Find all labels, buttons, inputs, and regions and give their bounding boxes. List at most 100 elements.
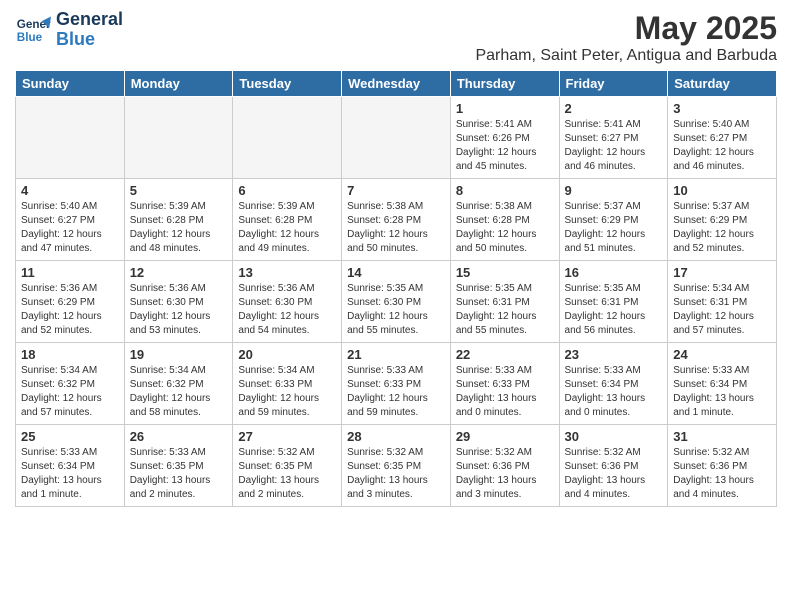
day-number: 28 [347,429,445,444]
day-number: 2 [565,101,663,116]
day-info: Sunrise: 5:32 AMSunset: 6:35 PMDaylight:… [238,446,336,502]
calendar-cell [16,97,125,179]
col-thursday: Thursday [450,71,559,97]
day-number: 17 [673,265,771,280]
calendar-cell: 13 Sunrise: 5:36 AMSunset: 6:30 PMDayligh… [233,261,342,343]
calendar-cell: 2 Sunrise: 5:41 AMSunset: 6:27 PMDaylight… [559,97,668,179]
day-number: 23 [565,347,663,362]
calendar-cell: 4Sunrise: 5:40 AMSunset: 6:27 PMDaylight… [16,179,125,261]
col-tuesday: Tuesday [233,71,342,97]
calendar-cell: 1 Sunrise: 5:41 AMSunset: 6:26 PMDaylight… [450,97,559,179]
day-info: Sunrise: 5:36 AMSunset: 6:30 PMDaylight:… [238,282,336,338]
day-number: 31 [673,429,771,444]
day-info: Sunrise: 5:35 AMSunset: 6:31 PMDaylight:… [565,282,663,338]
col-friday: Friday [559,71,668,97]
day-info: Sunrise: 5:40 AMSunset: 6:27 PMDaylight:… [673,118,771,174]
logo-line1: General [56,10,123,30]
calendar-cell [342,97,451,179]
day-number: 1 [456,101,554,116]
calendar-cell: 10 Sunrise: 5:37 AMSunset: 6:29 PMDayligh… [668,179,777,261]
day-number: 20 [238,347,336,362]
day-info: Sunrise: 5:37 AMSunset: 6:29 PMDaylight:… [673,200,771,256]
day-info: Sunrise: 5:39 AMSunset: 6:28 PMDaylight:… [238,200,336,256]
day-number: 16 [565,265,663,280]
day-info: Sunrise: 5:40 AMSunset: 6:27 PMDaylight:… [21,200,119,256]
calendar-cell: 6 Sunrise: 5:39 AMSunset: 6:28 PMDaylight… [233,179,342,261]
day-number: 22 [456,347,554,362]
day-number: 6 [238,183,336,198]
day-info: Sunrise: 5:35 AMSunset: 6:31 PMDaylight:… [456,282,554,338]
calendar-cell: 17 Sunrise: 5:34 AMSunset: 6:31 PMDayligh… [668,261,777,343]
calendar-cell: 5 Sunrise: 5:39 AMSunset: 6:28 PMDaylight… [124,179,233,261]
day-info: Sunrise: 5:39 AMSunset: 6:28 PMDaylight:… [130,200,228,256]
col-wednesday: Wednesday [342,71,451,97]
calendar-cell: 22 Sunrise: 5:33 AMSunset: 6:33 PMDayligh… [450,343,559,425]
day-number: 10 [673,183,771,198]
month-title: May 2025 [475,10,777,47]
col-monday: Monday [124,71,233,97]
day-info: Sunrise: 5:32 AMSunset: 6:36 PMDaylight:… [456,446,554,502]
day-info: Sunrise: 5:41 AMSunset: 6:26 PMDaylight:… [456,118,554,174]
col-saturday: Saturday [668,71,777,97]
day-number: 21 [347,347,445,362]
day-number: 30 [565,429,663,444]
week-row-4: 18Sunrise: 5:34 AMSunset: 6:32 PMDayligh… [16,343,777,425]
day-number: 7 [347,183,445,198]
day-number: 8 [456,183,554,198]
calendar-cell: 8Sunrise: 5:38 AMSunset: 6:28 PMDaylight… [450,179,559,261]
day-number: 24 [673,347,771,362]
day-number: 29 [456,429,554,444]
calendar-cell: 25Sunrise: 5:33 AMSunset: 6:34 PMDayligh… [16,425,125,507]
calendar-cell: 20Sunrise: 5:34 AMSunset: 6:33 PMDayligh… [233,343,342,425]
day-number: 19 [130,347,228,362]
calendar-cell: 28 Sunrise: 5:32 AMSunset: 6:35 PMDayligh… [342,425,451,507]
day-number: 3 [673,101,771,116]
day-info: Sunrise: 5:38 AMSunset: 6:28 PMDaylight:… [347,200,445,256]
logo: General Blue General Blue [15,10,123,50]
calendar-cell: 16 Sunrise: 5:35 AMSunset: 6:31 PMDayligh… [559,261,668,343]
calendar-cell: 14Sunrise: 5:35 AMSunset: 6:30 PMDayligh… [342,261,451,343]
calendar-cell [233,97,342,179]
day-number: 13 [238,265,336,280]
calendar-cell: 24 Sunrise: 5:33 AMSunset: 6:34 PMDayligh… [668,343,777,425]
day-info: Sunrise: 5:33 AMSunset: 6:33 PMDaylight:… [347,364,445,420]
week-row-2: 4Sunrise: 5:40 AMSunset: 6:27 PMDaylight… [16,179,777,261]
day-info: Sunrise: 5:33 AMSunset: 6:35 PMDaylight:… [130,446,228,502]
day-info: Sunrise: 5:33 AMSunset: 6:33 PMDaylight:… [456,364,554,420]
col-sunday: Sunday [16,71,125,97]
day-info: Sunrise: 5:34 AMSunset: 6:31 PMDaylight:… [673,282,771,338]
calendar-cell: 29 Sunrise: 5:32 AMSunset: 6:36 PMDayligh… [450,425,559,507]
day-info: Sunrise: 5:37 AMSunset: 6:29 PMDaylight:… [565,200,663,256]
calendar-cell: 21 Sunrise: 5:33 AMSunset: 6:33 PMDayligh… [342,343,451,425]
day-info: Sunrise: 5:36 AMSunset: 6:29 PMDaylight:… [21,282,119,338]
day-number: 11 [21,265,119,280]
day-number: 26 [130,429,228,444]
day-number: 12 [130,265,228,280]
logo-line2: Blue [56,30,123,50]
day-info: Sunrise: 5:34 AMSunset: 6:32 PMDaylight:… [130,364,228,420]
day-info: Sunrise: 5:41 AMSunset: 6:27 PMDaylight:… [565,118,663,174]
calendar-cell: 23Sunrise: 5:33 AMSunset: 6:34 PMDayligh… [559,343,668,425]
calendar-cell: 18Sunrise: 5:34 AMSunset: 6:32 PMDayligh… [16,343,125,425]
calendar-cell: 15 Sunrise: 5:35 AMSunset: 6:31 PMDayligh… [450,261,559,343]
calendar-cell [124,97,233,179]
calendar-header-row: Sunday Monday Tuesday Wednesday Thursday… [16,71,777,97]
day-number: 27 [238,429,336,444]
day-number: 5 [130,183,228,198]
svg-text:Blue: Blue [17,31,43,44]
week-row-3: 11 Sunrise: 5:36 AMSunset: 6:29 PMDayligh… [16,261,777,343]
day-number: 15 [456,265,554,280]
title-block: May 2025 Parham, Saint Peter, Antigua an… [475,10,777,65]
calendar-cell: 30 Sunrise: 5:32 AMSunset: 6:36 PMDayligh… [559,425,668,507]
day-info: Sunrise: 5:33 AMSunset: 6:34 PMDaylight:… [21,446,119,502]
day-info: Sunrise: 5:32 AMSunset: 6:36 PMDaylight:… [565,446,663,502]
week-row-5: 25Sunrise: 5:33 AMSunset: 6:34 PMDayligh… [16,425,777,507]
day-info: Sunrise: 5:32 AMSunset: 6:36 PMDaylight:… [673,446,771,502]
day-info: Sunrise: 5:32 AMSunset: 6:35 PMDaylight:… [347,446,445,502]
calendar-table: Sunday Monday Tuesday Wednesday Thursday… [15,70,777,507]
calendar-cell: 27 Sunrise: 5:32 AMSunset: 6:35 PMDayligh… [233,425,342,507]
day-info: Sunrise: 5:33 AMSunset: 6:34 PMDaylight:… [673,364,771,420]
logo-icon: General Blue [15,12,51,48]
calendar-cell: 12Sunrise: 5:36 AMSunset: 6:30 PMDayligh… [124,261,233,343]
calendar-cell: 11 Sunrise: 5:36 AMSunset: 6:29 PMDayligh… [16,261,125,343]
